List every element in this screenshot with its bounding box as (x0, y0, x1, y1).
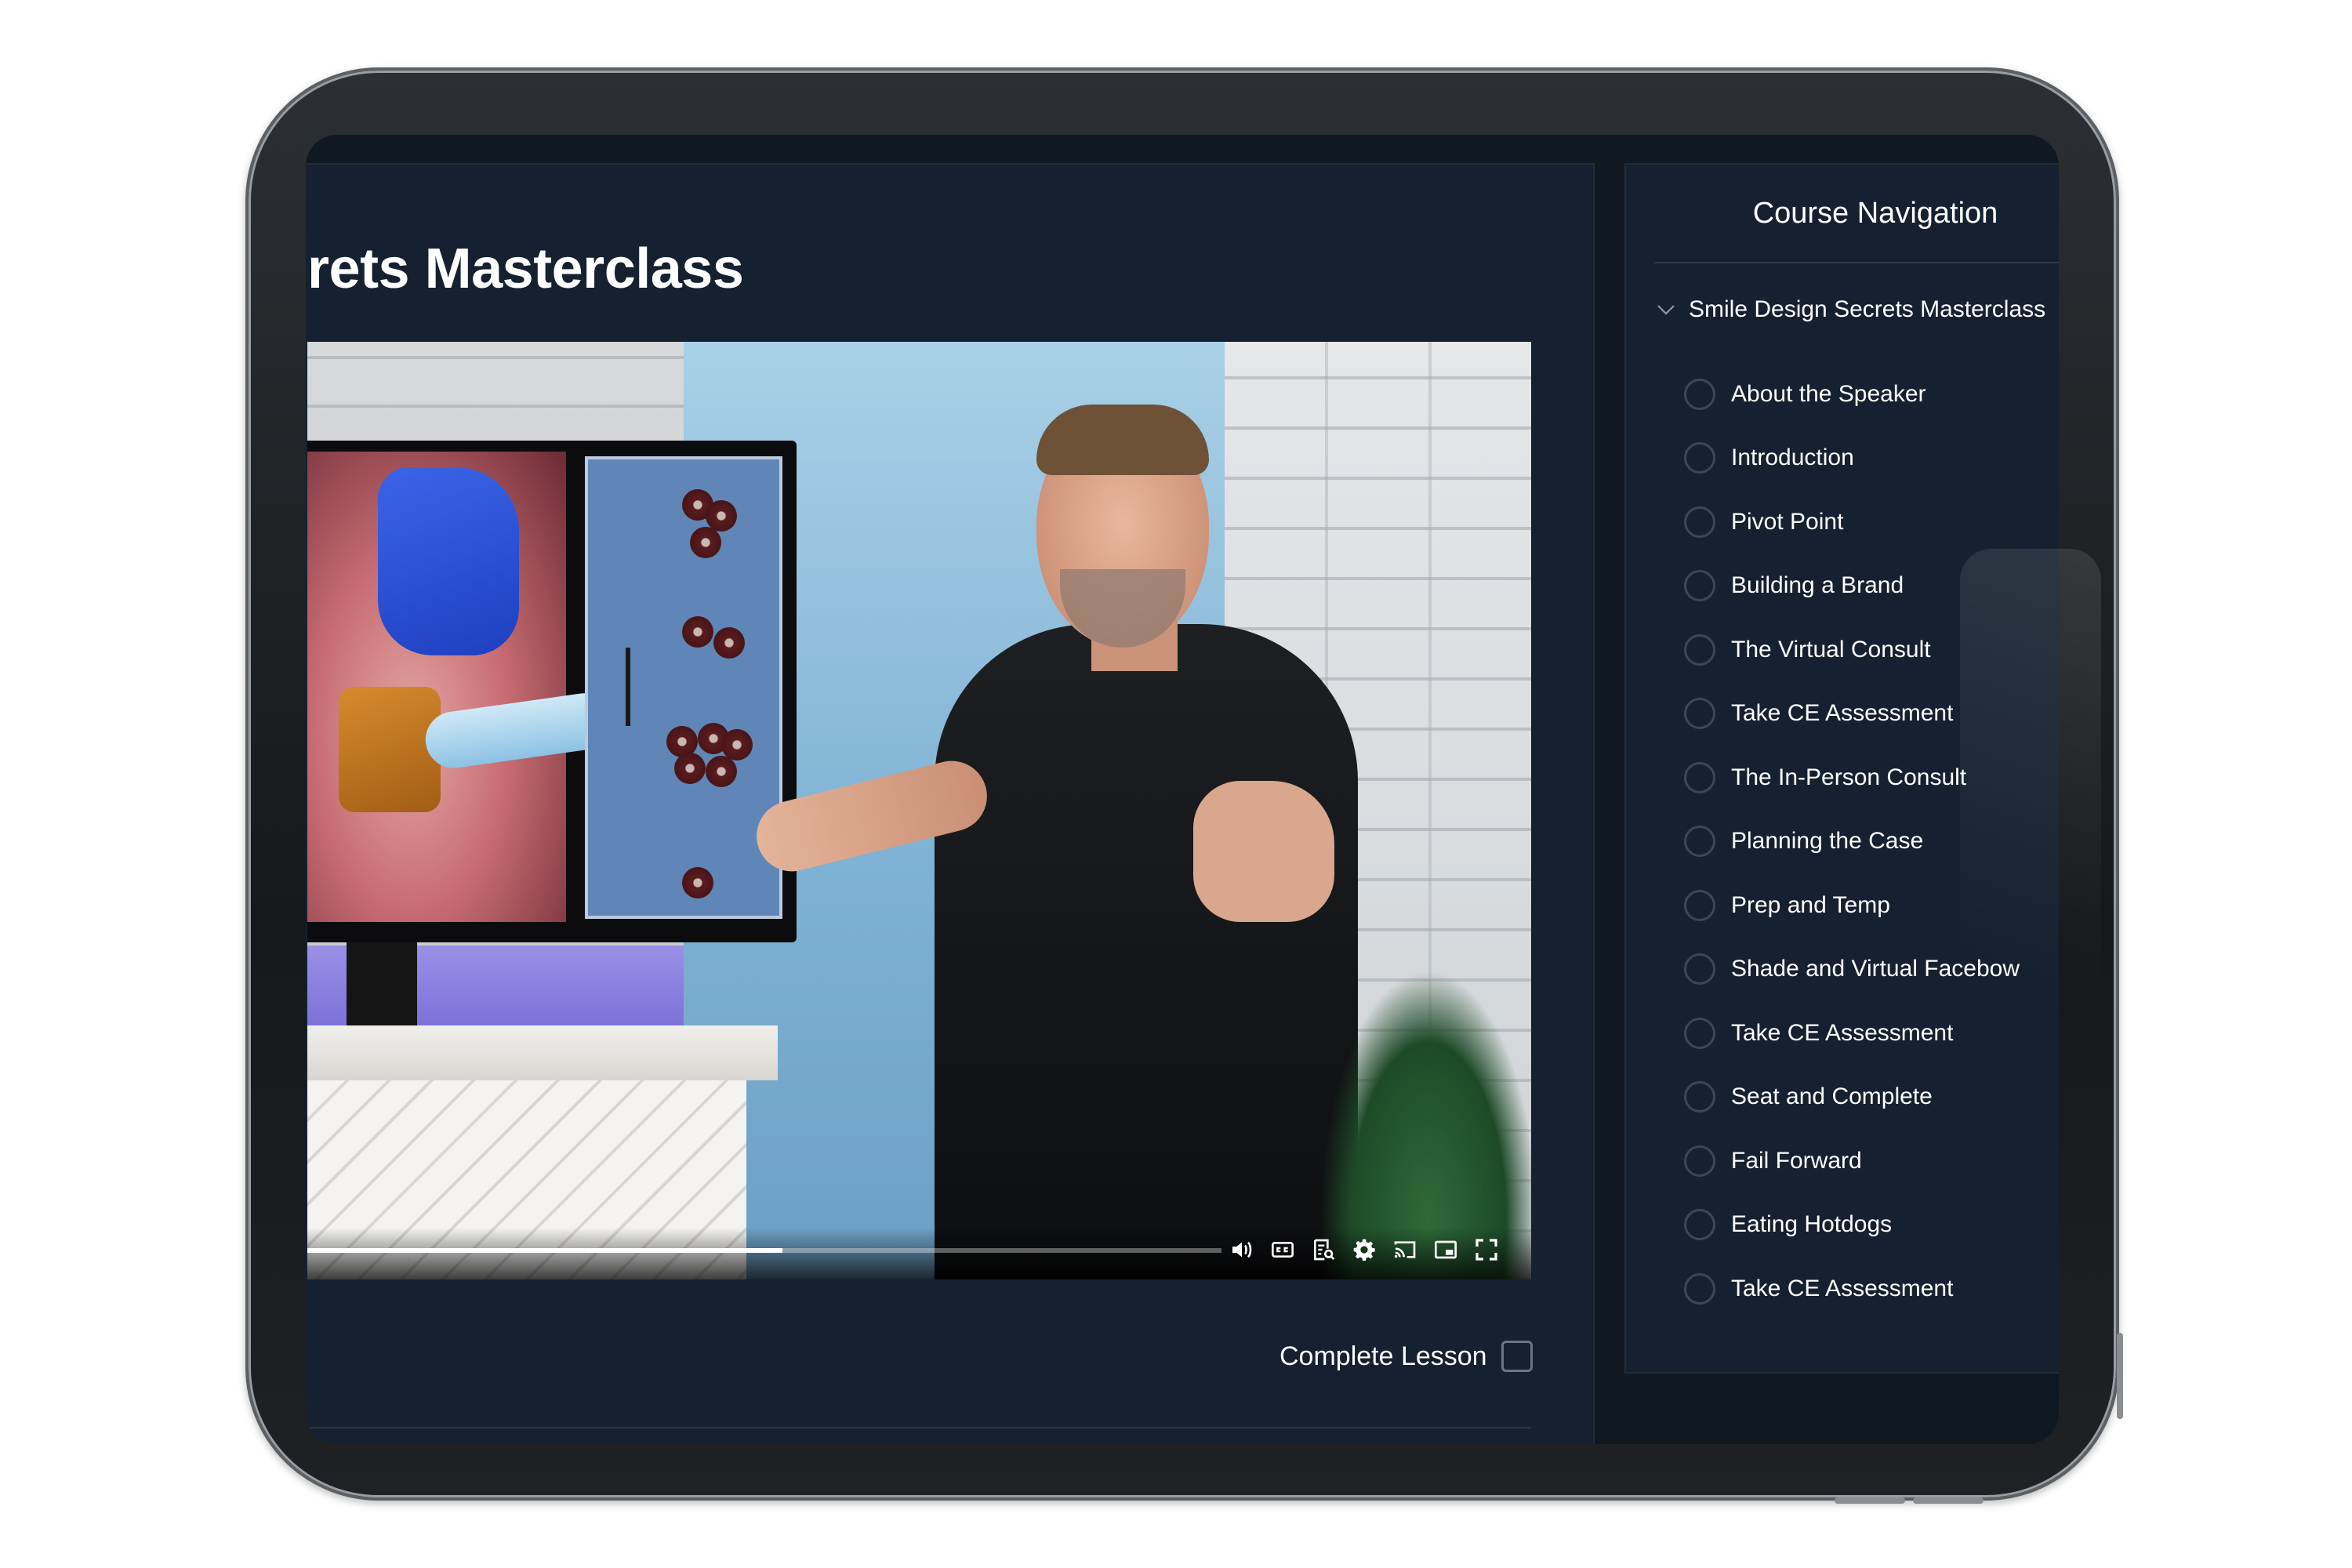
lesson-item-label: Take CE Assessment (1731, 1019, 1954, 1046)
complete-lesson-label: Complete Lesson (1279, 1341, 1487, 1371)
lesson-status-radio[interactable] (1684, 1081, 1715, 1113)
lesson-status-radio[interactable] (1684, 889, 1715, 921)
lesson-item-label: Seat and Complete (1731, 1083, 1933, 1110)
lesson-status-radio[interactable] (1684, 1145, 1715, 1177)
picture-in-picture-icon[interactable] (1433, 1237, 1458, 1262)
video-player[interactable] (307, 342, 1531, 1279)
lesson-item-label: Eating Hotdogs (1731, 1211, 1893, 1238)
lesson-status-radio[interactable] (1684, 506, 1715, 538)
disc (706, 756, 737, 787)
lesson-item[interactable]: Prep and Temp (1684, 873, 2020, 938)
tablet-button (1835, 1497, 1905, 1504)
tablet-button (1913, 1497, 1984, 1504)
lesson-item[interactable]: Fail Forward (1684, 1129, 2020, 1193)
tablet-side-button (2117, 1333, 2123, 1419)
lesson-item[interactable]: Shade and Virtual Facebow (1684, 938, 2020, 1002)
disc (690, 527, 721, 558)
lesson-item-label: Prep and Temp (1731, 891, 1890, 918)
lesson-item-label: Take CE Assessment (1731, 1275, 1954, 1301)
transcript-icon[interactable] (1311, 1237, 1336, 1262)
lesson-item[interactable]: Eating Hotdogs (1684, 1193, 2020, 1258)
monitor-right-image (585, 456, 782, 919)
lesson-item-label: The In-Person Consult (1731, 764, 1967, 790)
complete-lesson-checkbox[interactable] (1501, 1341, 1533, 1372)
lesson-list: About the Speaker Introduction Pivot Point… (1684, 362, 2020, 1321)
video-progress-fill (307, 1248, 783, 1253)
video-scene-presenter-body (935, 624, 1358, 1279)
monitor-bur (626, 648, 630, 726)
monitor-left-image (307, 452, 616, 922)
disc (713, 627, 745, 659)
lesson-item[interactable]: Planning the Case (1684, 810, 2020, 874)
lesson-item[interactable]: Take CE Assessment (1684, 1257, 2020, 1321)
lesson-status-radio[interactable] (1684, 1209, 1715, 1241)
lesson-item[interactable]: Building a Brand (1684, 554, 2020, 619)
lesson-status-radio[interactable] (1684, 826, 1715, 858)
lesson-item[interactable]: Take CE Assessment (1684, 682, 2020, 746)
tablet-screen: rets Masterclass Complete Lesson Course … (306, 135, 2059, 1444)
lesson-status-radio[interactable] (1684, 1272, 1715, 1305)
video-scene-monitor-stand (347, 942, 417, 1029)
complete-lesson-row: Complete Lesson (1279, 1341, 1533, 1372)
video-scene-counter (307, 1025, 778, 1080)
course-section-label: Smile Design Secrets Masterclass (1689, 296, 2046, 322)
volume-icon[interactable] (1229, 1237, 1254, 1262)
lesson-item[interactable]: The In-Person Consult (1684, 746, 2020, 810)
course-section-toggle[interactable]: Smile Design Secrets Masterclass (1654, 296, 2045, 323)
lesson-status-radio[interactable] (1684, 1017, 1715, 1049)
disc (682, 616, 713, 648)
fullscreen-icon[interactable] (1474, 1237, 1499, 1262)
lesson-content-panel: rets Masterclass Complete Lesson (306, 163, 1595, 1444)
lesson-status-radio[interactable] (1684, 570, 1715, 602)
lesson-status-radio[interactable] (1684, 633, 1715, 666)
lesson-status-radio[interactable] (1684, 953, 1715, 985)
lesson-item-label: Planning the Case (1731, 828, 1924, 855)
video-scene-presenter-hair (1036, 405, 1209, 475)
page-title: rets Masterclass (307, 238, 744, 300)
lesson-status-radio[interactable] (1684, 698, 1715, 730)
video-scene-monitor (307, 441, 797, 942)
settings-icon[interactable] (1352, 1237, 1377, 1262)
lesson-item[interactable]: Introduction (1684, 426, 2020, 491)
course-navigation-panel: Course Navigation Smile Design Secrets M… (1624, 163, 2059, 1374)
lesson-status-radio[interactable] (1684, 761, 1715, 793)
video-control-buttons (1229, 1232, 1499, 1267)
lesson-item[interactable]: Seat and Complete (1684, 1065, 2020, 1130)
cast-icon[interactable] (1392, 1237, 1417, 1262)
lesson-item-label: Take CE Assessment (1731, 700, 1954, 727)
video-scene-presenter-hand (1193, 781, 1334, 922)
lesson-item-label: Fail Forward (1731, 1147, 1862, 1174)
video-progress-bar[interactable] (307, 1248, 1221, 1253)
lesson-item-label: About the Speaker (1731, 380, 1926, 407)
course-navigation-title: Course Navigation (1654, 165, 2059, 263)
disc (682, 867, 713, 898)
lesson-status-radio[interactable] (1684, 378, 1715, 410)
lesson-status-radio[interactable] (1684, 442, 1715, 474)
lesson-item-label: Pivot Point (1731, 508, 1844, 535)
lesson-item[interactable]: The Virtual Consult (1684, 618, 2020, 682)
content-divider (307, 1427, 1531, 1428)
lesson-item[interactable]: Pivot Point (1684, 490, 2020, 554)
disc (674, 753, 706, 784)
chevron-down-icon (1657, 305, 1675, 315)
captions-icon[interactable] (1270, 1237, 1295, 1262)
lesson-item-label: Building a Brand (1731, 572, 1904, 599)
lesson-item-label: The Virtual Consult (1731, 636, 1931, 662)
lesson-item[interactable]: Take CE Assessment (1684, 1001, 2020, 1065)
lesson-item[interactable]: About the Speaker (1684, 362, 2020, 426)
monitor-glove (378, 467, 519, 655)
monitor-instrument (339, 687, 441, 812)
lesson-item-label: Introduction (1731, 445, 1854, 471)
lesson-item-label: Shade and Virtual Facebow (1731, 956, 2020, 982)
